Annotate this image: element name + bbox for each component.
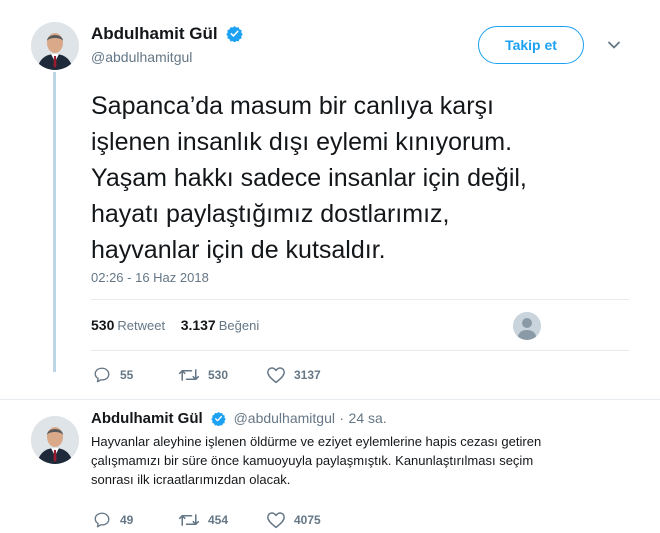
like-action[interactable]: 3137: [266, 366, 321, 384]
author-handle[interactable]: @abdulhamitgul: [91, 49, 192, 65]
tweet-text-line: hayatı paylaştığımız dostlarımız,: [91, 200, 450, 228]
tweet-stats: 530 Retweet 3.137 Beğeni: [91, 317, 259, 333]
retweet-count: 530: [91, 317, 115, 333]
retweet-label: Retweet: [117, 318, 166, 333]
reply-retweet-count: 454: [208, 513, 229, 527]
reply-text-line: Hayvanlar aleyhine işlenen öldürme ve ez…: [91, 434, 542, 449]
reply-separator: ·: [339, 410, 345, 426]
retweet-icon: [178, 369, 200, 381]
reply-icon: [94, 512, 110, 528]
tweet-text-line: hayvanlar için de kutsaldır.: [91, 236, 386, 264]
author-name[interactable]: Abdulhamit Gül: [91, 24, 243, 44]
author-avatar[interactable]: [31, 22, 79, 70]
tweet-text-line: işlenen insanlık dışı eylemi kınıyorum.: [91, 128, 513, 156]
avatar: [31, 22, 79, 70]
reply-time-ago[interactable]: 24 sa.: [349, 410, 387, 426]
divider: [91, 350, 629, 351]
tweet-text-line: Sapanca’da masum bir canlıya karşı: [91, 92, 494, 120]
avatar: [31, 416, 79, 464]
like-label: Beğeni: [218, 318, 260, 333]
reply-author-name[interactable]: Abdulhamit Gül: [91, 410, 203, 427]
like-icon: [267, 367, 285, 384]
verified-icon: [211, 411, 226, 426]
reply-reply-action[interactable]: 49: [92, 511, 133, 529]
thread-line: [53, 72, 56, 372]
reply-header: Abdulhamit Gül @abdulhamitgul · 24 sa.: [91, 410, 387, 428]
reply-like-action[interactable]: 4075: [266, 511, 321, 529]
retweet-action-count: 530: [208, 368, 229, 382]
like-icon: [267, 512, 285, 529]
reply-author-avatar[interactable]: [31, 416, 79, 464]
reply-reply-count: 49: [120, 513, 134, 527]
chevron-down-icon[interactable]: [606, 37, 622, 53]
tweet-timestamp[interactable]: 02:26 - 16 Haz 2018: [91, 270, 209, 285]
like-count: 3.137: [180, 317, 216, 333]
liker-avatar[interactable]: [513, 312, 541, 340]
like-stat[interactable]: 3.137 Beğeni: [180, 317, 260, 333]
reply-action[interactable]: 55: [92, 366, 133, 384]
reply-icon: [94, 367, 110, 383]
reply-count: 55: [120, 368, 134, 382]
retweet-action[interactable]: 530: [178, 366, 228, 384]
retweet-stat[interactable]: 530 Retweet: [91, 317, 177, 333]
reply-author-handle[interactable]: @abdulhamitgul: [234, 410, 335, 426]
divider: [91, 299, 629, 300]
default-profile-icon: [513, 312, 541, 340]
follow-button[interactable]: Takip et: [478, 26, 584, 64]
reply-like-count: 4075: [294, 513, 321, 527]
retweet-icon: [178, 514, 200, 526]
reply-text-line: sonrası ilk icraatlarımızdan olacak.: [91, 472, 291, 487]
author-name-text: Abdulhamit Gül: [91, 24, 218, 43]
tweet-text-line: Yaşam hakkı sadece insanlar için değil,: [91, 164, 527, 192]
reply-text: Hayvanlar aleyhine işlenen öldürme ve ez…: [91, 432, 611, 489]
reply-text-line: çalışmamızı bir süre önce kamuoyuyla pay…: [91, 453, 534, 468]
reply-retweet-action[interactable]: 454: [178, 511, 228, 529]
divider: [0, 399, 660, 400]
like-action-count: 3137: [294, 368, 321, 382]
verified-icon: [226, 26, 243, 42]
tweet-text: Sapanca’da masum bir canlıya karşı işlen…: [91, 88, 611, 268]
